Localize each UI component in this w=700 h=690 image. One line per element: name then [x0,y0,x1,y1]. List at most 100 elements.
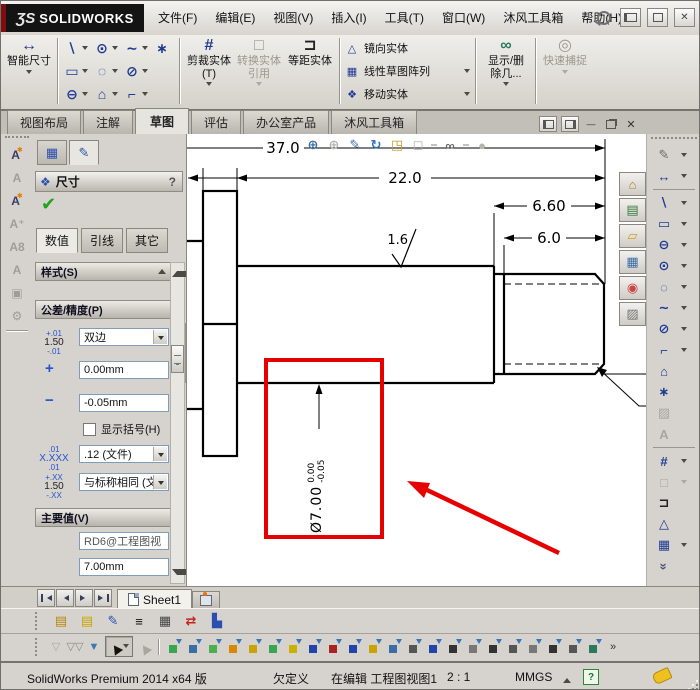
select-all-filters-icon[interactable]: ▼ [86,638,102,655]
unit-precision-select[interactable]: .12 (文件) [79,445,169,463]
filter-surface-finish-icon[interactable] [546,638,563,656]
doc-pane-right-button[interactable] [561,116,579,132]
appearances-button[interactable]: ◉ [619,276,646,300]
filter-midpoints-icon[interactable] [346,638,363,656]
text-button[interactable]: A [653,424,699,444]
filter-edges-icon[interactable] [186,638,203,656]
filter-surface-bodies-icon[interactable] [226,638,243,656]
tab-办公室产品[interactable]: 办公室产品 [243,110,329,134]
edit-style-icon[interactable]: A [6,167,28,188]
polygon-button[interactable]: ⌂ [653,361,699,381]
link-style-icon[interactable]: A8 [6,236,28,257]
mirror-entities-button[interactable]: △ 镜向实体 [344,38,472,58]
doc-minimize-button[interactable]: — [583,117,599,131]
sheet-tab[interactable]: Sheet1 [117,589,192,609]
offset-entities-button[interactable]: ⊐ 等距实体 [284,35,336,107]
filter-centerline-icon[interactable] [386,638,403,656]
straight-slot-button[interactable]: ⊖ [62,85,88,103]
circle-button[interactable]: ⊙ [653,256,699,276]
smart-dimension-button[interactable]: ↔ 智能尺寸 [4,35,54,107]
ellipse-button[interactable]: ⊘ [653,319,699,339]
toolbar-grip[interactable] [35,612,41,630]
filter-sketch-points-icon[interactable] [306,638,323,656]
filter-solid-bodies-icon[interactable] [246,638,263,656]
add-sheet-button[interactable] [192,591,220,609]
smart-dimension-button[interactable]: ↔ [653,166,699,186]
sketch-fillet-button[interactable]: ⌐ [653,340,699,360]
menu-item[interactable]: 文件(F) [149,5,206,30]
display-delete-relations-button[interactable]: ∞ 显示/删除几... [480,35,532,107]
dimension-6-0[interactable]: 6.0 [537,229,561,247]
menu-item[interactable]: 沐风工具箱 [494,5,572,30]
rotate-view-icon[interactable]: ↻ [368,137,384,153]
panel-scrollbar[interactable] [170,262,185,584]
search-icon[interactable] [597,11,611,25]
polygon-button[interactable]: ⌂ [92,85,118,103]
perimeter-circle-button[interactable]: ◌ [92,62,118,80]
menu-item[interactable]: 工具(T) [376,5,433,30]
property-manager-tab[interactable]: ✎ [69,140,99,165]
filter-connection-points-icon[interactable] [566,638,583,656]
toolbar-grip[interactable] [5,136,29,142]
linear-sketch-pattern-button[interactable]: ▦ [653,535,699,555]
straight-slot-button[interactable]: ⊖ [653,235,699,255]
tab-其它[interactable]: 其它 [126,228,168,253]
layer-stack-icon[interactable]: ▤ [77,612,97,631]
circle-button[interactable]: ⊙ [92,39,118,57]
tolerance-type-select[interactable]: 双边 [79,328,169,346]
previous-sheet-button[interactable] [56,589,74,607]
unit-system[interactable]: MMGS [515,670,552,684]
more-filters-icon[interactable]: » [610,641,616,653]
tab-评估[interactable]: 评估 [191,110,241,134]
scroll-thumb[interactable] [171,345,184,373]
sketch-button[interactable]: ✎ [653,145,699,165]
mirror-entities-button[interactable]: △ [653,514,699,534]
filter-datums-icon[interactable] [526,638,543,656]
first-sheet-button[interactable] [37,589,55,607]
move-entities-button[interactable]: ❖ 移动实体 [344,84,472,104]
line-button[interactable]: ∖ [62,39,88,57]
corner-rectangle-button[interactable]: ▭ [62,62,88,80]
clear-filters-icon[interactable]: ▽▽ [67,638,83,655]
convert-entities-button[interactable]: □ 转换实体引用 [234,35,284,107]
style-section-header[interactable]: 样式(S) [35,262,171,281]
mesh-button[interactable]: ▨ [653,403,699,423]
tab-草图[interactable]: 草图 [135,108,189,134]
corner-rectangle-button[interactable]: ▭ [653,214,699,234]
sketch-fillet-button[interactable]: ⌐ [122,85,148,103]
zoom-fit-icon[interactable]: ⊕ [305,137,321,153]
zoom-area-icon[interactable]: ⊕ [326,137,342,153]
view-orientation-icon[interactable]: ◳ [389,137,405,153]
appearance-icon[interactable]: ● [474,137,490,153]
color-display-mode-icon[interactable]: ⇄ [181,612,201,631]
more-tools-button[interactable]: » [653,556,699,576]
layer-properties-icon[interactable]: ▙ [207,612,227,631]
point-button[interactable]: ∗ [653,382,699,402]
toolbar-grip[interactable] [651,137,697,143]
filter-weld-symbols-icon[interactable] [486,638,503,656]
show-parentheses-checkbox[interactable] [83,423,96,436]
doc-restore-button[interactable] [603,117,619,131]
filter-axes-icon[interactable] [266,638,283,656]
filter-off-icon[interactable]: ▽ [48,638,64,655]
restore-window-button[interactable] [647,8,668,27]
feature-manager-tab[interactable]: ▦ [37,140,67,165]
filter-center-marks-icon[interactable] [366,638,383,656]
tolerance-section-header[interactable]: 公差/精度(P) [35,300,171,319]
filter-notes-icon[interactable] [446,638,463,656]
tile-windows-button[interactable] [620,8,641,27]
doc-pane-left-button[interactable] [539,116,557,132]
magnified-selection-icon[interactable] [136,638,152,655]
trim-entities-button[interactable]: # 剪裁实体(T) [184,35,234,107]
offset-entities-button[interactable]: ⊐ [653,493,699,513]
new-note-style-icon[interactable]: A [6,144,28,165]
view-palette-button[interactable]: ▦ [619,250,646,274]
diameter-dimension[interactable]: Ø7.00 0.00 -0.05 [295,423,339,533]
doc-close-button[interactable]: ✕ [623,117,639,131]
roughness-value[interactable]: 1.6 [387,233,408,248]
line-style-icon[interactable]: ▦ [155,612,175,631]
resize-grip[interactable] [688,680,698,690]
filter-dimensions-icon[interactable] [406,638,423,656]
tolerance-precision-select[interactable]: 与标称相同 (文 [79,473,169,491]
load-style-icon[interactable]: A [6,190,28,211]
